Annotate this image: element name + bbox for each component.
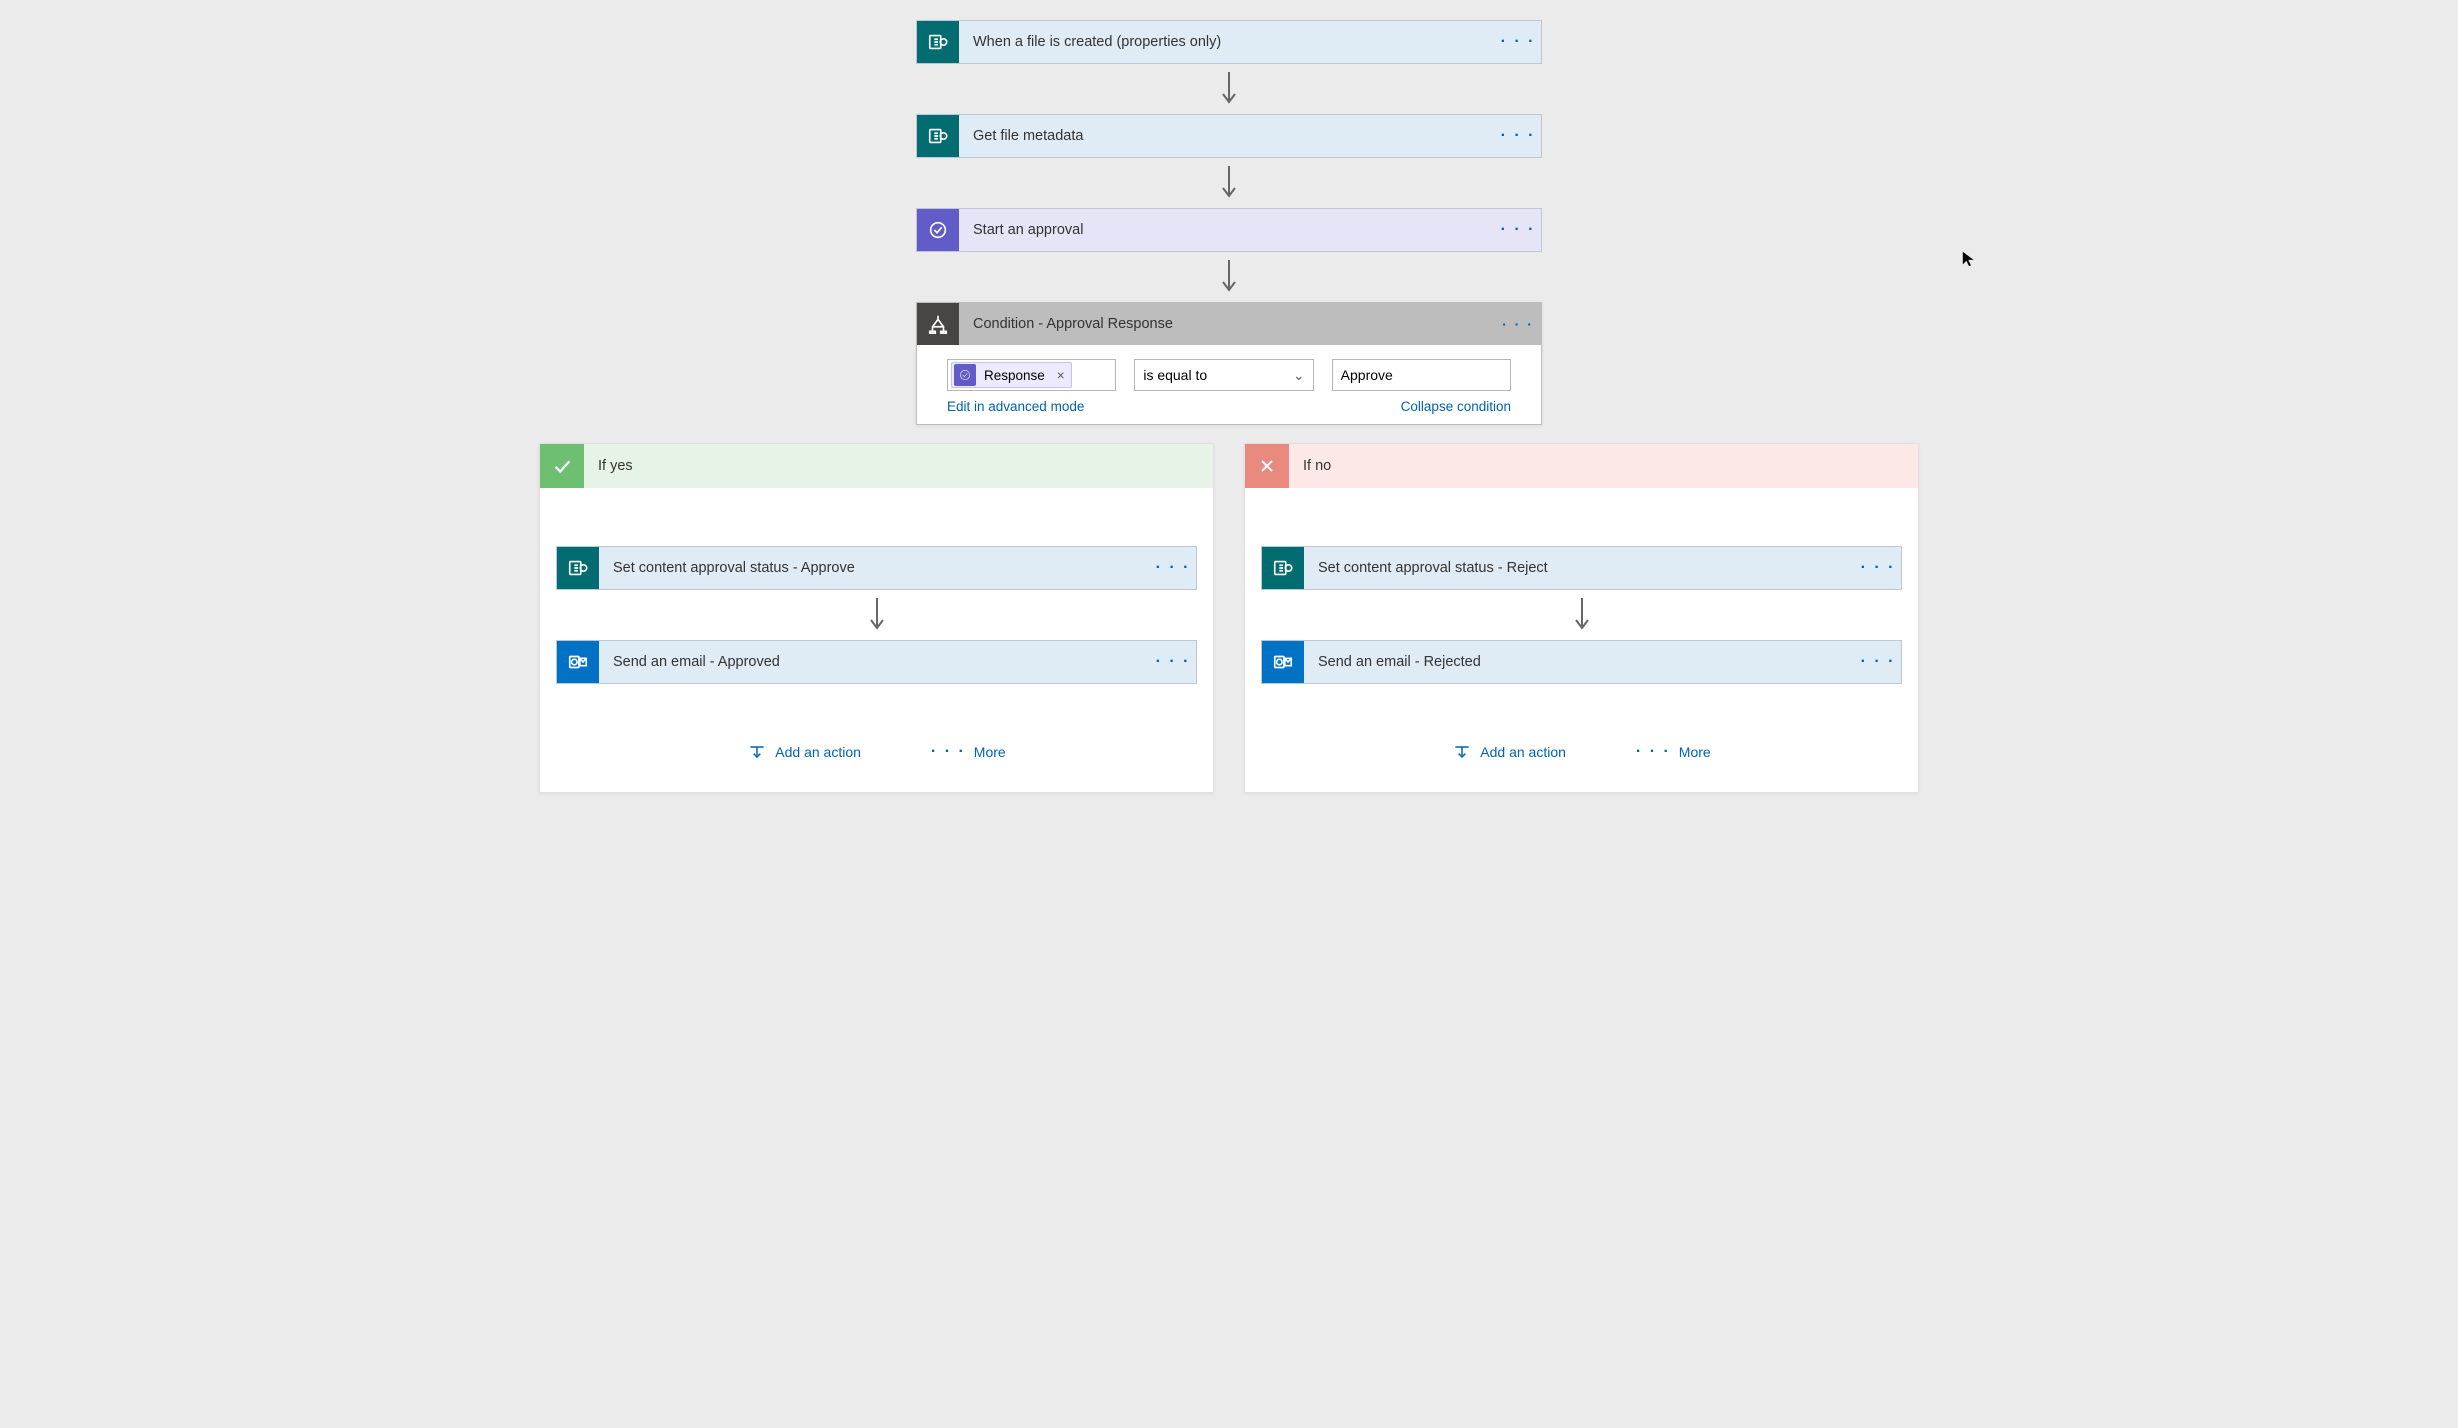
- check-icon: [540, 444, 584, 488]
- more-menu-icon[interactable]: · · ·: [1495, 303, 1541, 345]
- condition-operator-select[interactable]: is equal to ⌄: [1134, 359, 1313, 391]
- more-icon: · · ·: [1636, 743, 1671, 761]
- dynamic-content-token[interactable]: Response ×: [951, 362, 1072, 388]
- condition-title: Condition - Approval Response: [959, 303, 1495, 345]
- more-menu-icon[interactable]: · · ·: [1495, 21, 1541, 63]
- condition-left-operand[interactable]: Response ×: [947, 359, 1116, 391]
- if-no-label: If no: [1289, 458, 1345, 474]
- sharepoint-icon: [557, 547, 599, 589]
- more-menu-icon[interactable]: · · ·: [1150, 641, 1196, 683]
- add-action-button[interactable]: Add an action: [747, 742, 861, 762]
- add-action-label: Add an action: [775, 744, 861, 760]
- condition-value-input[interactable]: Approve: [1332, 359, 1511, 391]
- trigger-title: When a file is created (properties only): [959, 21, 1495, 63]
- more-icon: · · ·: [931, 743, 966, 761]
- set-approval-status-reject-card[interactable]: Set content approval status - Reject · ·…: [1261, 546, 1902, 590]
- edit-advanced-mode-link[interactable]: Edit in advanced mode: [947, 399, 1084, 414]
- operator-value: is equal to: [1143, 367, 1207, 383]
- flow-arrow-icon: [1572, 596, 1592, 634]
- cursor-icon: [1961, 250, 1979, 268]
- action-title: Send an email - Rejected: [1304, 641, 1855, 683]
- more-menu-icon[interactable]: · · ·: [1495, 115, 1541, 157]
- flow-arrow-icon: [1219, 258, 1239, 296]
- flow-arrow-icon: [867, 596, 887, 634]
- more-menu-icon[interactable]: · · ·: [1495, 209, 1541, 251]
- approval-icon: [917, 209, 959, 251]
- flow-arrow-icon: [1219, 70, 1239, 108]
- if-yes-branch: If yes Set content approval status - App…: [539, 443, 1214, 793]
- send-email-approved-card[interactable]: Send an email - Approved · · ·: [556, 640, 1197, 684]
- if-yes-label: If yes: [584, 458, 647, 474]
- remove-token-icon[interactable]: ×: [1057, 368, 1065, 383]
- set-approval-status-approve-card[interactable]: Set content approval status - Approve · …: [556, 546, 1197, 590]
- close-icon: [1245, 444, 1289, 488]
- more-menu-icon[interactable]: · · ·: [1855, 641, 1901, 683]
- start-approval-card[interactable]: Start an approval · · ·: [916, 208, 1542, 252]
- add-action-label: Add an action: [1480, 744, 1566, 760]
- token-label: Response: [984, 368, 1045, 383]
- sharepoint-icon: [917, 115, 959, 157]
- outlook-icon: [1262, 641, 1304, 683]
- add-action-button[interactable]: Add an action: [1452, 742, 1566, 762]
- step-title: Get file metadata: [959, 115, 1495, 157]
- send-email-rejected-card[interactable]: Send an email - Rejected · · ·: [1261, 640, 1902, 684]
- outlook-icon: [557, 641, 599, 683]
- approval-icon: [954, 364, 976, 386]
- condition-value: Approve: [1341, 367, 1393, 383]
- if-no-branch: If no Set content approval status - Reje…: [1244, 443, 1919, 793]
- collapse-condition-link[interactable]: Collapse condition: [1401, 399, 1511, 414]
- trigger-card[interactable]: When a file is created (properties only)…: [916, 20, 1542, 64]
- more-button[interactable]: · · · More: [1636, 743, 1711, 761]
- more-label: More: [1679, 744, 1711, 760]
- action-title: Send an email - Approved: [599, 641, 1150, 683]
- sharepoint-icon: [917, 21, 959, 63]
- get-file-metadata-card[interactable]: Get file metadata · · ·: [916, 114, 1542, 158]
- action-title: Set content approval status - Reject: [1304, 547, 1855, 589]
- if-no-header: If no: [1245, 444, 1918, 488]
- condition-icon: [917, 303, 959, 345]
- sharepoint-icon: [1262, 547, 1304, 589]
- more-menu-icon[interactable]: · · ·: [1855, 547, 1901, 589]
- step-title: Start an approval: [959, 209, 1495, 251]
- add-action-icon: [747, 742, 767, 762]
- more-menu-icon[interactable]: · · ·: [1150, 547, 1196, 589]
- if-yes-header: If yes: [540, 444, 1213, 488]
- action-title: Set content approval status - Approve: [599, 547, 1150, 589]
- flow-arrow-icon: [1219, 164, 1239, 202]
- chevron-down-icon: ⌄: [1293, 367, 1305, 384]
- more-label: More: [974, 744, 1006, 760]
- add-action-icon: [1452, 742, 1472, 762]
- condition-card[interactable]: Condition - Approval Response · · · Resp…: [916, 302, 1542, 425]
- more-button[interactable]: · · · More: [931, 743, 1006, 761]
